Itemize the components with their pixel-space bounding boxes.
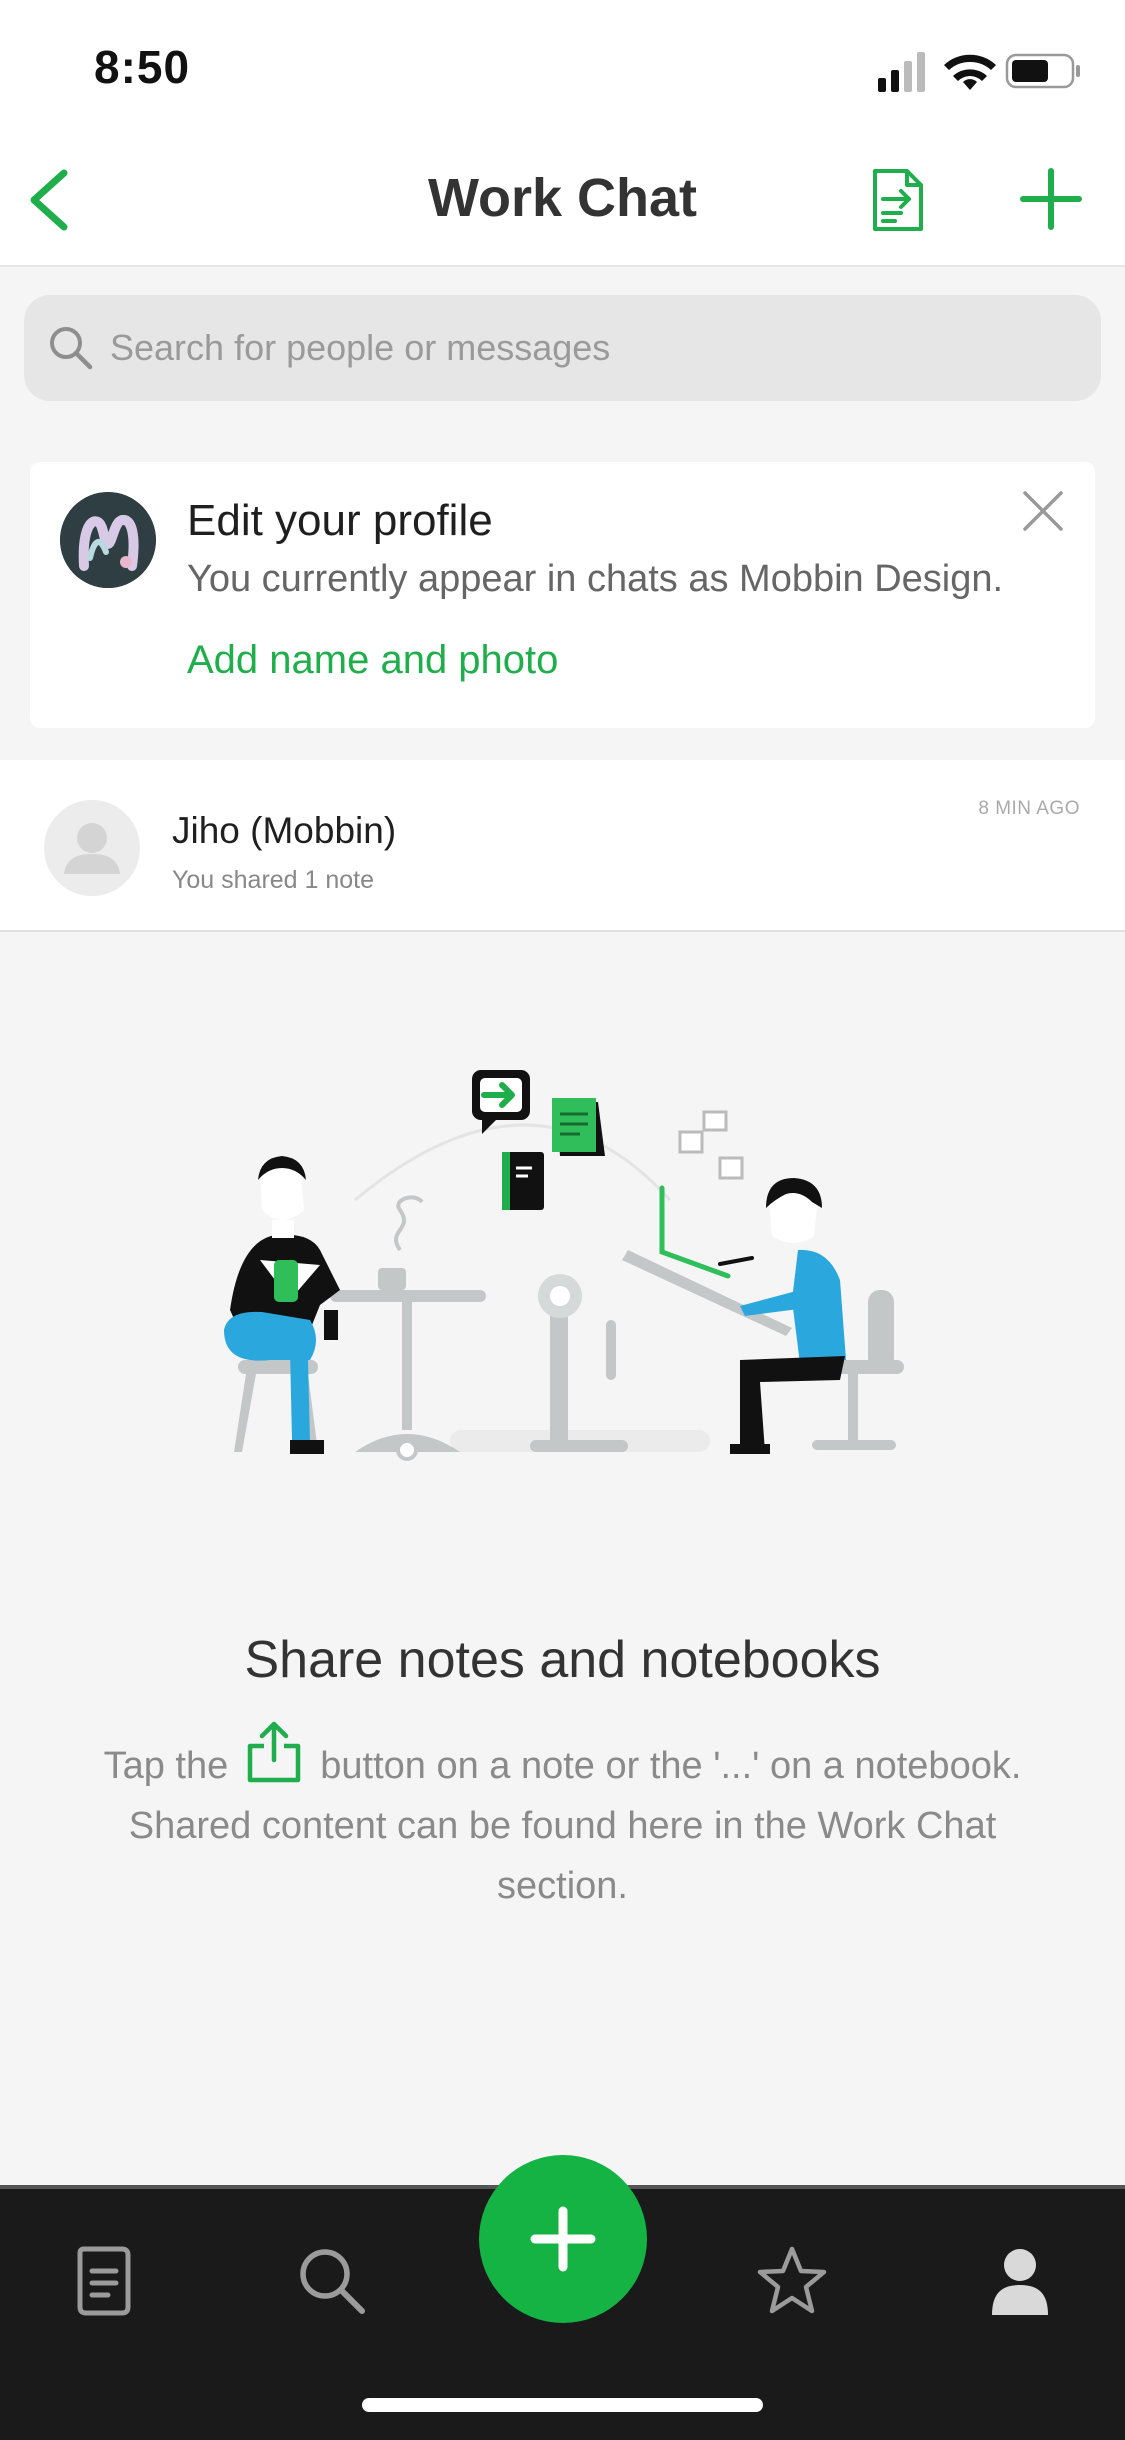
avatar[interactable] [60,492,156,588]
wifi-icon [944,54,996,90]
empty-state-title: Share notes and notebooks [244,1631,881,1689]
person-placeholder-icon [44,800,140,896]
share-illustration [224,1070,904,1461]
add-icon [530,2206,596,2272]
avatar [44,800,140,896]
search-bar[interactable] [24,295,1101,401]
profile-logo-icon [60,492,156,588]
card-subtitle: You currently appear in chats as Mobbin … [187,558,1004,600]
battery-icon [1005,53,1080,89]
status-icons [878,52,1080,92]
chat-list-item[interactable]: Jiho (Mobbin) You shared 1 note 8 MIN AG… [0,760,1125,932]
document-icon [552,1098,605,1156]
home-indicator [362,2398,763,2412]
add-name-photo-link[interactable]: Add name and photo [187,638,558,683]
edit-profile-card: Edit your profile You currently appear i… [30,462,1095,728]
right-person [718,1178,846,1454]
chat-timestamp: 8 MIN AGO [978,798,1080,819]
status-time: 8:50 [94,41,191,93]
notebook-icon [502,1152,544,1210]
card-title: Edit your profile [187,496,493,545]
notes-icon[interactable] [64,2241,144,2321]
search-icon [50,327,93,370]
status-bar: 8:50 [0,0,1125,135]
export-note-icon[interactable] [865,165,935,235]
search-input[interactable] [110,321,1060,375]
page-title: Work Chat [427,168,698,228]
chat-name: Jiho (Mobbin) [172,810,397,851]
close-icon[interactable] [1020,488,1066,534]
new-chat-plus-icon[interactable] [1015,163,1087,235]
share-icon [248,1721,301,1783]
signal-icon [878,52,925,92]
star-icon[interactable] [752,2241,832,2321]
search-icon[interactable] [292,2241,372,2321]
add-button[interactable] [479,2155,647,2323]
chat-preview: You shared 1 note [172,866,375,894]
account-icon[interactable] [980,2241,1060,2321]
nav-bar: Work Chat [0,135,1125,267]
empty-state-body: Tap the button on a note or the '...' on… [80,1720,1045,1916]
empty-state-body-part1: Tap the [103,1745,229,1787]
